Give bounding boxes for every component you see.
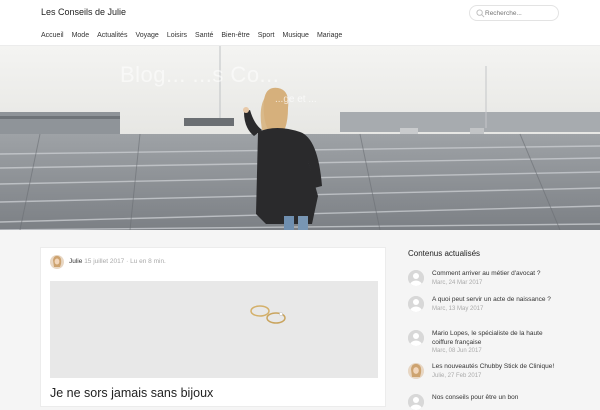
hero-title: Blog... ...s Co... — [120, 62, 279, 88]
author-avatar[interactable] — [50, 255, 64, 269]
user-avatar-icon — [408, 296, 424, 312]
nav-item-sante[interactable]: Santé — [195, 32, 213, 39]
nav-item-mode[interactable]: Mode — [72, 32, 90, 39]
sidebar-item-link[interactable]: A quoi peut servir un acte de naissance … — [432, 296, 551, 303]
article-meta: Julie 15 juillet 2017 · Lu en 8 min. — [69, 258, 166, 265]
sidebar-item-date: Marc, 13 May 2017 — [432, 305, 562, 313]
user-avatar-icon — [408, 394, 424, 410]
nav-item-accueil[interactable]: Accueil — [41, 32, 64, 39]
article-thumbnail[interactable] — [50, 281, 378, 378]
user-avatar-icon — [408, 270, 424, 286]
site-title[interactable]: Les Conseils de Julie — [41, 7, 126, 17]
julie-avatar — [408, 363, 424, 379]
nav-item-musique[interactable]: Musique — [282, 32, 308, 39]
nav-item-bien-etre[interactable]: Bien-être — [221, 32, 249, 39]
sidebar-title: Contenus actualisés — [408, 249, 480, 258]
nav-item-loisirs[interactable]: Loisirs — [167, 32, 187, 39]
article-date: 15 juillet 2017 — [84, 258, 124, 265]
search-input[interactable] — [485, 7, 555, 20]
sidebar-item-date: Marc, 08 Jun 2017 — [432, 347, 562, 355]
user-avatar-icon — [408, 330, 424, 346]
hero-subtitle: ...ge et ... — [275, 94, 317, 105]
main-nav: Accueil Mode Actualités Voyage Loisirs S… — [0, 28, 600, 46]
sidebar-item-date: Marc, 24 Mar 2017 — [432, 279, 562, 287]
article-card[interactable]: Julie 15 juillet 2017 · Lu en 8 min. Je … — [40, 247, 386, 407]
article-read-time: · Lu en 8 min. — [126, 258, 166, 265]
hero-image — [0, 46, 600, 230]
search-icon — [476, 9, 485, 18]
sidebar-item-link[interactable]: Mario Lopes, le spécialiste de la haute … — [432, 330, 543, 346]
sidebar-item-link[interactable]: Comment arriver au métier d'avocat ? — [432, 270, 541, 277]
article-title[interactable]: Je ne sors jamais sans bijoux — [50, 386, 213, 400]
hero-banner: Blog... ...s Co... ...ge et ... — [0, 46, 600, 230]
article-author[interactable]: Julie — [69, 258, 82, 265]
sidebar-item-link[interactable]: Les nouveautés Chubby Stick de Clinique! — [432, 363, 554, 370]
nav-item-sport[interactable]: Sport — [258, 32, 275, 39]
nav-item-actualites[interactable]: Actualités — [97, 32, 127, 39]
top-bar: Les Conseils de Julie — [0, 0, 600, 28]
sidebar-item-date: Julie, 27 Feb 2017 — [432, 372, 562, 380]
nav-item-voyage[interactable]: Voyage — [135, 32, 158, 39]
nav-item-mariage[interactable]: Mariage — [317, 32, 342, 39]
search-box[interactable] — [469, 5, 559, 21]
